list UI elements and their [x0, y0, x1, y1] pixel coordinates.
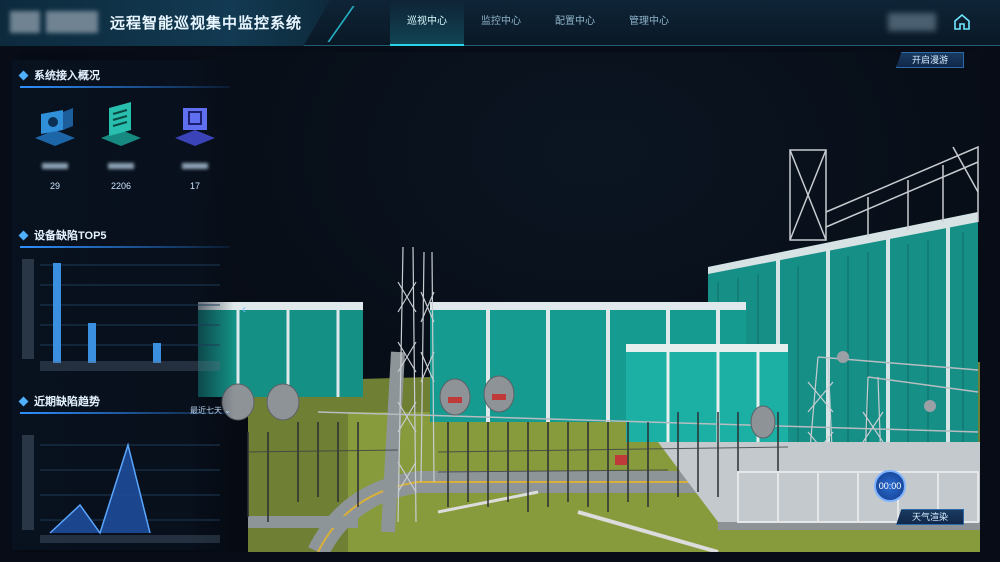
main-nav: 巡视中心 监控中心 配置中心 管理中心 — [390, 0, 686, 46]
diamond-icon — [18, 230, 29, 241]
top-header: 远程智能巡视集中监控系统 巡视中心 监控中心 配置中心 管理中心 — [0, 0, 1000, 46]
stat-label — [42, 163, 68, 169]
stat-value: 2206 — [110, 181, 132, 191]
defect-trend-chart — [22, 435, 220, 543]
stat-label — [182, 163, 208, 169]
diamond-icon — [18, 70, 29, 81]
stat-label — [108, 163, 134, 169]
range-select-label: 最近七天 — [190, 406, 222, 415]
blurred-axis-labels — [22, 259, 34, 359]
blurred-category-labels — [40, 535, 220, 543]
left-panel: 系统接入概况 29 2206 17 设备缺陷TOP5 近期缺陷趋势 — [12, 60, 234, 550]
nav-item-monitor[interactable]: 监控中心 — [464, 0, 538, 46]
collapse-panel-icon[interactable]: ‹ — [242, 302, 246, 316]
camera-icon — [35, 108, 75, 146]
start-tour-button[interactable]: 开启漫游 — [896, 52, 964, 68]
logo — [10, 11, 40, 33]
stat-value: 17 — [189, 181, 200, 191]
app-title: 远程智能巡视集中监控系统 — [110, 15, 303, 32]
range-select[interactable]: 最近七天 ⌄ — [190, 405, 231, 416]
nav-item-admin[interactable]: 管理中心 — [612, 0, 686, 46]
bar — [153, 343, 161, 363]
stat-camera[interactable]: 29 — [30, 100, 80, 191]
robot-icon — [175, 108, 215, 146]
title-underline — [20, 246, 230, 248]
blurred-category-labels — [40, 361, 220, 371]
nav-item-patrol[interactable]: 巡视中心 — [390, 0, 464, 46]
title-underline — [20, 86, 230, 88]
home-icon — [954, 13, 970, 30]
stat-server[interactable]: 2206 — [96, 100, 146, 191]
home-button[interactable] — [952, 12, 972, 32]
bar — [88, 323, 96, 363]
server-icon — [101, 102, 141, 146]
defect-top-chart — [22, 259, 220, 371]
diamond-icon — [18, 396, 29, 407]
logo-text — [46, 11, 98, 33]
time-badge[interactable]: 00:00 — [874, 470, 906, 502]
blurred-axis-labels — [22, 435, 34, 530]
access-section-title: 系统接入概况 — [18, 66, 230, 88]
bar — [53, 263, 61, 363]
defect-top-section-title: 设备缺陷TOP5 — [18, 226, 230, 248]
stat-robot[interactable]: 17 — [170, 100, 220, 191]
chevron-down-icon: ⌄ — [224, 406, 231, 415]
app-frame: 远程智能巡视集中监控系统 巡视中心 监控中心 配置中心 管理中心 开启漫游 00… — [0, 0, 1000, 562]
stat-value: 29 — [49, 181, 60, 191]
nav-item-config[interactable]: 配置中心 — [538, 0, 612, 46]
weather-render-button[interactable]: 天气渲染 — [896, 509, 964, 525]
user-info[interactable] — [888, 13, 936, 31]
